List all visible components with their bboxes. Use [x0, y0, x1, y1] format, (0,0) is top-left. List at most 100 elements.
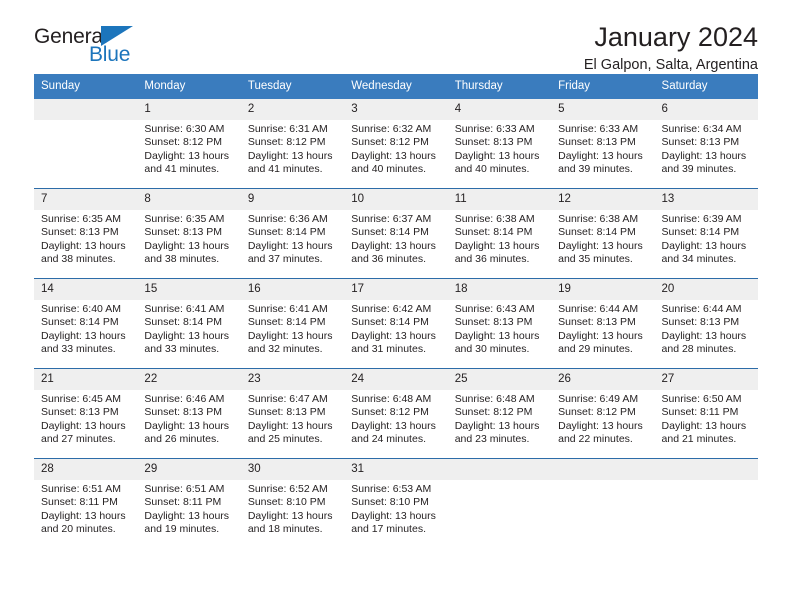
calendar-day-cell[interactable]: 31 Sunrise: 6:53 AM Sunset: 8:10 PM Dayligh… — [344, 458, 448, 548]
calendar-day-cell[interactable]: 5 Sunrise: 6:33 AM Sunset: 8:13 PM Daylight… — [551, 99, 655, 189]
daylight-text-line1: Daylight: 13 hours — [247, 239, 333, 252]
calendar-day-cell[interactable]: 20 Sunrise: 6:44 AM Sunset: 8:13 PM Dayligh… — [654, 278, 758, 369]
sunset-text: Sunset: 8:10 PM — [351, 496, 429, 509]
calendar-day-cell[interactable]: 9 Sunrise: 6:36 AM Sunset: 8:14 PM Daylight… — [240, 188, 345, 279]
sunrise-text: Sunrise: 6:33 AM — [558, 123, 639, 135]
calendar-week-row: 21 Sunrise: 6:45 AM Sunset: 8:13 PM Dayligh… — [34, 368, 758, 459]
sunrise-text: Sunrise: 6:38 AM — [454, 213, 535, 225]
daylight-text-line1: Daylight: 13 hours — [454, 239, 540, 252]
weekday-header-saturday: Saturday — [654, 74, 758, 99]
calendar-day-cell[interactable]: 16 Sunrise: 6:41 AM Sunset: 8:14 PM Dayligh… — [240, 278, 345, 369]
calendar-day-cell[interactable]: 1 Sunrise: 6:30 AM Sunset: 8:12 PM Daylight… — [137, 99, 241, 189]
day-number: 8 — [137, 189, 241, 210]
calendar-day-cell[interactable]: 24 Sunrise: 6:48 AM Sunset: 8:12 PM Dayligh… — [344, 368, 448, 459]
calendar-day-cell[interactable]: 2 Sunrise: 6:31 AM Sunset: 8:12 PM Daylight… — [240, 99, 345, 189]
calendar-day-cell[interactable]: 13 Sunrise: 6:39 AM Sunset: 8:14 PM Dayligh… — [654, 188, 758, 279]
calendar-day-cell[interactable]: 11 Sunrise: 6:38 AM Sunset: 8:14 PM Dayligh… — [447, 188, 552, 279]
calendar-day-cell[interactable]: 8 Sunrise: 6:35 AM Sunset: 8:13 PM Daylight… — [137, 188, 241, 279]
daylight-text-line2: and 38 minutes. — [144, 252, 220, 265]
sunset-text: Sunset: 8:14 PM — [454, 226, 533, 239]
title-block: January 2024 El Galpon, Salta, Argentina — [584, 22, 758, 74]
calendar-day-cell[interactable]: 22 Sunrise: 6:46 AM Sunset: 8:13 PM Dayligh… — [137, 368, 241, 459]
sunrise-text: Sunrise: 6:48 AM — [351, 393, 432, 405]
calendar-week-row: 28 Sunrise: 6:51 AM Sunset: 8:11 PM Dayligh… — [34, 458, 758, 548]
daylight-text-line1: Daylight: 13 hours — [351, 509, 436, 522]
calendar-day-cell[interactable]: 27 Sunrise: 6:50 AM Sunset: 8:11 PM Dayligh… — [654, 368, 758, 459]
daylight-text-line2: and 27 minutes. — [41, 432, 116, 445]
calendar-day-cell[interactable]: 26 Sunrise: 6:49 AM Sunset: 8:12 PM Dayligh… — [551, 368, 655, 459]
sunset-text: Sunset: 8:13 PM — [661, 136, 740, 149]
daylight-text-line1: Daylight: 13 hours — [454, 149, 540, 162]
calendar-day-cell[interactable]: 21 Sunrise: 6:45 AM Sunset: 8:13 PM Dayligh… — [34, 368, 138, 459]
day-sun-info: Sunrise: 6:51 AM Sunset: 8:11 PM Daylight:… — [34, 480, 137, 536]
sunset-text: Sunset: 8:14 PM — [351, 226, 429, 239]
sunrise-text: Sunrise: 6:46 AM — [144, 393, 225, 405]
day-sun-info: Sunrise: 6:35 AM Sunset: 8:13 PM Daylight:… — [34, 210, 137, 266]
daylight-text-line2: and 40 minutes. — [351, 162, 426, 175]
calendar-day-cell[interactable]: 14 Sunrise: 6:40 AM Sunset: 8:14 PM Dayligh… — [34, 278, 138, 369]
sunset-text: Sunset: 8:12 PM — [351, 136, 429, 149]
calendar-day-cell[interactable]: 28 Sunrise: 6:51 AM Sunset: 8:11 PM Dayligh… — [34, 458, 138, 548]
daylight-text-line1: Daylight: 13 hours — [661, 329, 747, 342]
daylight-text-line1: Daylight: 13 hours — [41, 329, 126, 342]
daylight-text-line2: and 41 minutes. — [144, 162, 220, 175]
day-sun-info: Sunrise: 6:32 AM Sunset: 8:12 PM Daylight:… — [344, 120, 447, 176]
sunset-text: Sunset: 8:13 PM — [144, 406, 223, 419]
calendar-day-cell[interactable]: 30 Sunrise: 6:52 AM Sunset: 8:10 PM Dayligh… — [240, 458, 345, 548]
daylight-text-line2: and 23 minutes. — [454, 432, 530, 445]
weekday-header-sunday: Sunday — [34, 74, 138, 99]
sunset-text: Sunset: 8:12 PM — [454, 406, 533, 419]
calendar-day-cell[interactable]: 25 Sunrise: 6:48 AM Sunset: 8:12 PM Dayligh… — [447, 368, 552, 459]
day-number: 22 — [137, 369, 241, 390]
sunrise-text: Sunrise: 6:35 AM — [41, 213, 121, 225]
calendar-day-cell[interactable]: 19 Sunrise: 6:44 AM Sunset: 8:13 PM Dayligh… — [551, 278, 655, 369]
daylight-text-line2: and 41 minutes. — [247, 162, 323, 175]
weekday-header-tuesday: Tuesday — [240, 74, 345, 99]
sunset-text: Sunset: 8:13 PM — [454, 136, 533, 149]
calendar-day-cell[interactable]: 29 Sunrise: 6:51 AM Sunset: 8:11 PM Dayligh… — [137, 458, 241, 548]
calendar-day-cell[interactable]: 10 Sunrise: 6:37 AM Sunset: 8:14 PM Dayligh… — [344, 188, 448, 279]
calendar-day-cell[interactable]: 6 Sunrise: 6:34 AM Sunset: 8:13 PM Daylight… — [654, 99, 758, 189]
daylight-text-line2: and 21 minutes. — [661, 432, 737, 445]
sunrise-text: Sunrise: 6:41 AM — [247, 303, 328, 315]
day-sun-info: Sunrise: 6:36 AM Sunset: 8:14 PM Daylight:… — [241, 210, 344, 266]
sunset-text: Sunset: 8:13 PM — [144, 226, 223, 239]
calendar-day-cell[interactable]: 17 Sunrise: 6:42 AM Sunset: 8:14 PM Dayligh… — [344, 278, 448, 369]
calendar-day-cell[interactable]: 18 Sunrise: 6:43 AM Sunset: 8:13 PM Dayligh… — [447, 278, 552, 369]
day-sun-info: Sunrise: 6:52 AM Sunset: 8:10 PM Daylight:… — [241, 480, 344, 536]
daylight-text-line2: and 39 minutes. — [661, 162, 737, 175]
calendar-day-cell[interactable]: 12 Sunrise: 6:38 AM Sunset: 8:14 PM Dayligh… — [551, 188, 655, 279]
sunset-text: Sunset: 8:14 PM — [351, 316, 429, 329]
day-sun-info: Sunrise: 6:48 AM Sunset: 8:12 PM Daylight:… — [344, 390, 447, 446]
daylight-text-line2: and 40 minutes. — [454, 162, 530, 175]
daylight-text-line2: and 34 minutes. — [661, 252, 737, 265]
calendar-grid: Sunday Monday Tuesday Wednesday Thursday… — [34, 74, 758, 548]
sunset-text: Sunset: 8:13 PM — [41, 226, 119, 239]
day-number: 23 — [240, 369, 345, 390]
calendar-day-cell[interactable]: 23 Sunrise: 6:47 AM Sunset: 8:13 PM Dayligh… — [240, 368, 345, 459]
day-number: 1 — [137, 99, 241, 120]
daylight-text-line2: and 33 minutes. — [41, 342, 116, 355]
day-number: 26 — [551, 369, 655, 390]
daylight-text-line2: and 33 minutes. — [144, 342, 220, 355]
sunrise-text: Sunrise: 6:44 AM — [661, 303, 742, 315]
daylight-text-line1: Daylight: 13 hours — [661, 419, 747, 432]
day-number: 10 — [344, 189, 448, 210]
sunrise-text: Sunrise: 6:49 AM — [558, 393, 639, 405]
day-sun-info: Sunrise: 6:30 AM Sunset: 8:12 PM Daylight:… — [137, 120, 240, 176]
calendar-day-cell[interactable]: 3 Sunrise: 6:32 AM Sunset: 8:12 PM Daylight… — [344, 99, 448, 189]
day-sun-info: Sunrise: 6:51 AM Sunset: 8:11 PM Daylight:… — [137, 480, 240, 536]
sunrise-text: Sunrise: 6:45 AM — [41, 393, 121, 405]
day-sun-info: Sunrise: 6:37 AM Sunset: 8:14 PM Daylight:… — [344, 210, 447, 266]
calendar-day-cell[interactable]: 7 Sunrise: 6:35 AM Sunset: 8:13 PM Daylight… — [34, 188, 138, 279]
daylight-text-line2: and 20 minutes. — [41, 522, 116, 535]
day-sun-info: Sunrise: 6:40 AM Sunset: 8:14 PM Daylight:… — [34, 300, 137, 356]
calendar-body: 1 Sunrise: 6:30 AM Sunset: 8:12 PM Daylight… — [34, 99, 758, 548]
weekday-header-friday: Friday — [551, 74, 655, 99]
calendar-day-cell[interactable]: 4 Sunrise: 6:33 AM Sunset: 8:13 PM Daylight… — [447, 99, 552, 189]
daylight-text-line1: Daylight: 13 hours — [351, 149, 436, 162]
day-number: 20 — [654, 279, 758, 300]
calendar-day-cell[interactable]: 15 Sunrise: 6:41 AM Sunset: 8:14 PM Dayligh… — [137, 278, 241, 369]
daylight-text-line2: and 36 minutes. — [454, 252, 530, 265]
daylight-text-line2: and 37 minutes. — [247, 252, 323, 265]
